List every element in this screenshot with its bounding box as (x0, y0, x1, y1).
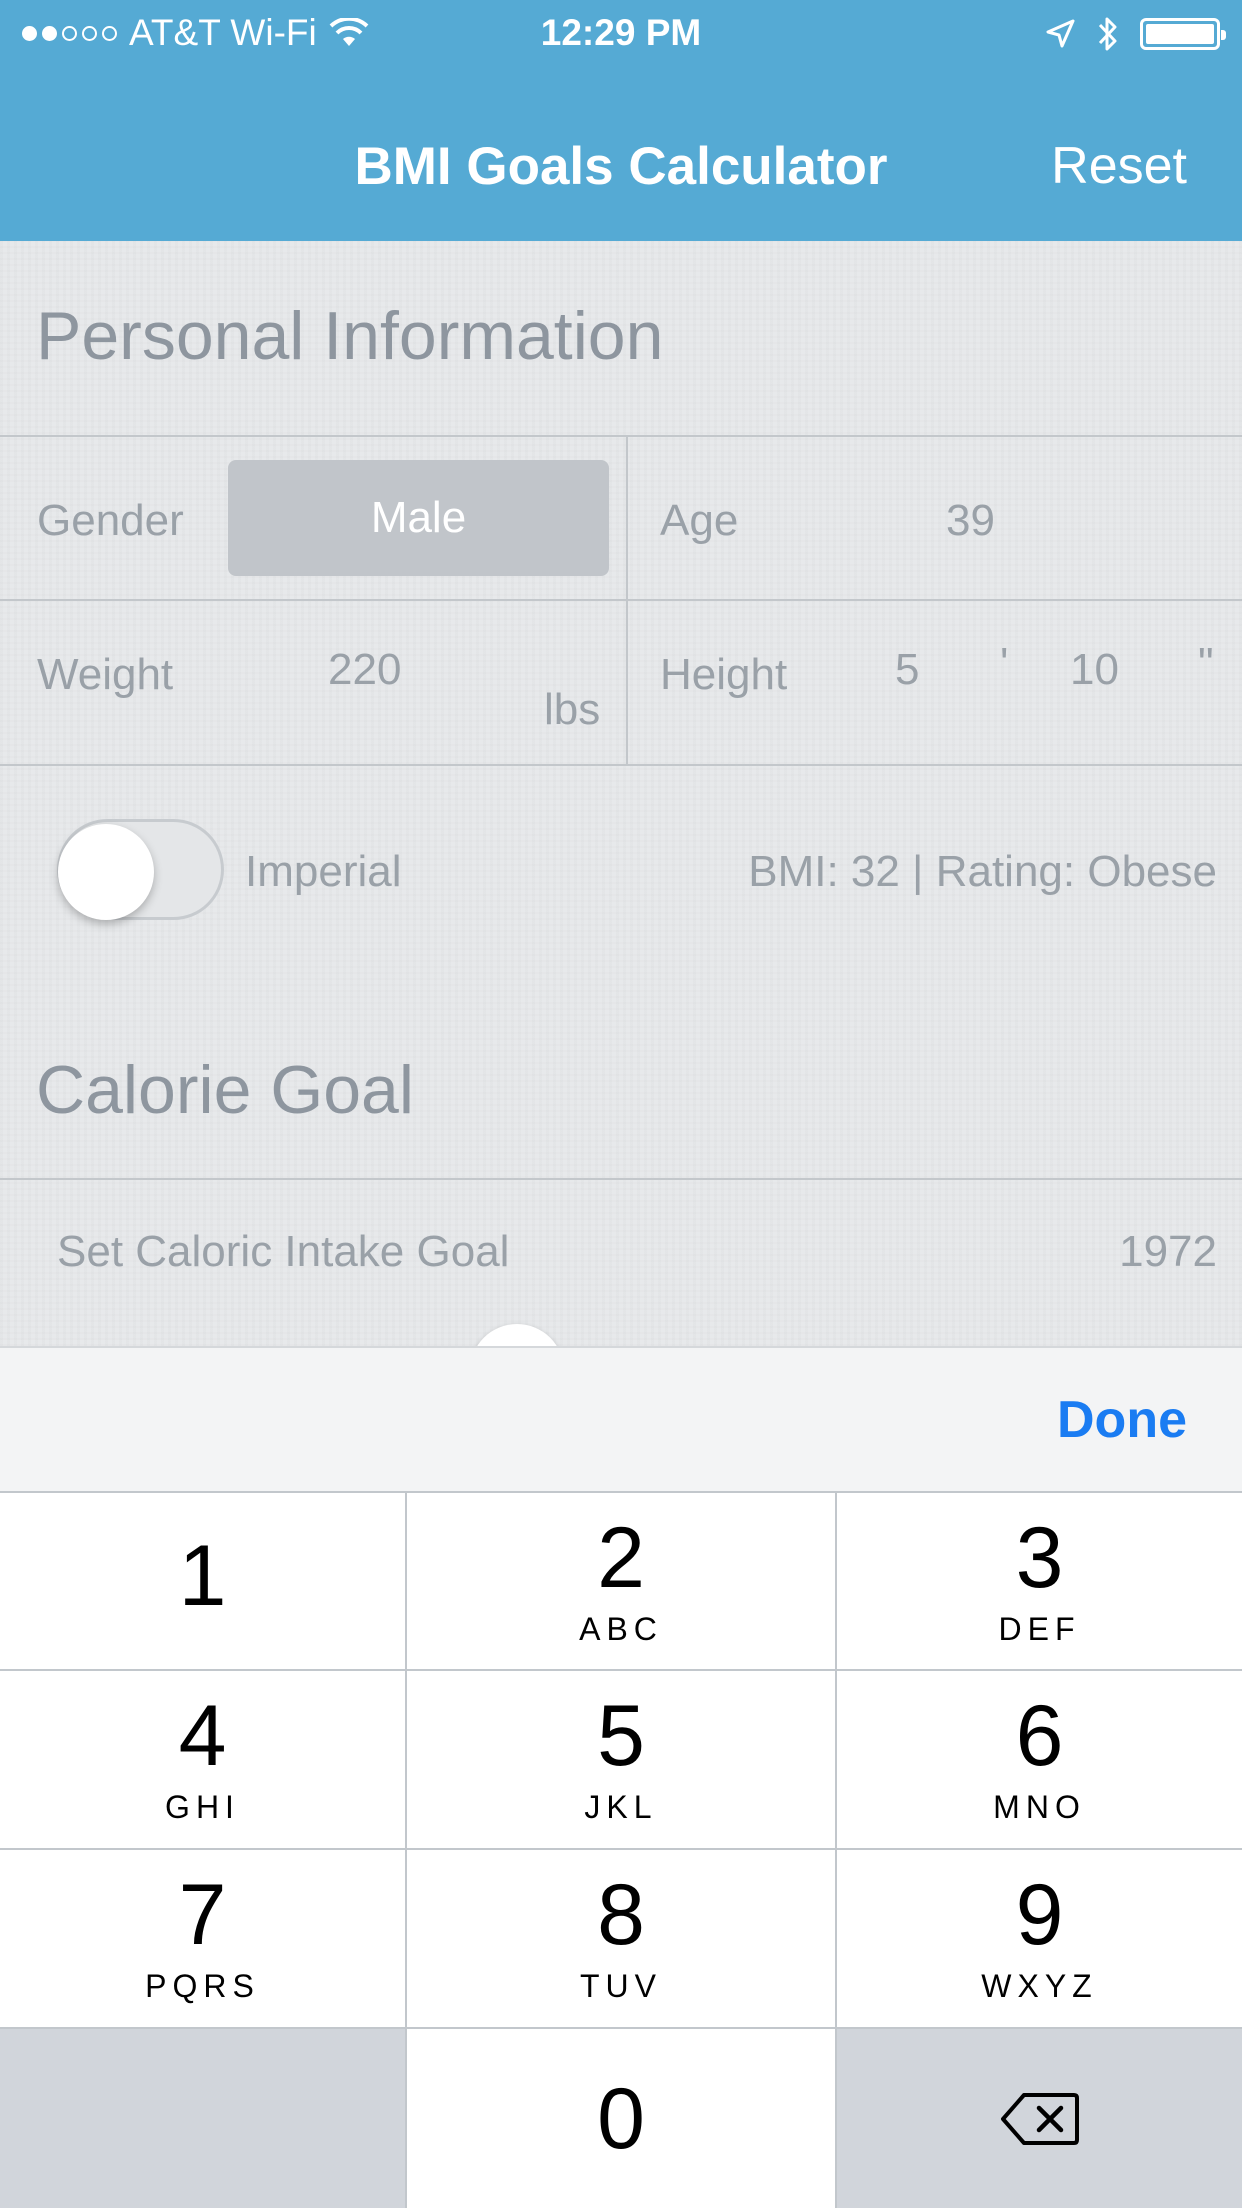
key-5[interactable]: 5 JKL (407, 1671, 835, 1848)
imperial-toggle[interactable] (57, 819, 224, 920)
number-pad: 1 2 ABC 3 DEF 4 GHI 5 JKL 6 MNO 7 PQRS 8… (0, 1491, 1242, 2208)
key-0[interactable]: 0 (407, 2029, 835, 2208)
inches-unit: " (1198, 639, 1214, 688)
done-button[interactable]: Done (1057, 1390, 1187, 1450)
age-input[interactable]: 39 (946, 496, 995, 546)
backspace-icon (1000, 2092, 1079, 2145)
key-number: 4 (178, 1688, 227, 1784)
form-content: Personal Information Gender Male Age 39 … (0, 241, 1242, 1418)
gender-value: Male (370, 493, 467, 542)
divider (0, 1178, 1242, 1180)
key-letters: WXYZ (981, 1968, 1098, 2004)
key-8[interactable]: 8 TUV (407, 1850, 835, 2027)
reset-button[interactable]: Reset (1051, 136, 1187, 196)
key-letters: MNO (993, 1789, 1086, 1825)
gender-label: Gender (37, 496, 184, 545)
key-number: 0 (597, 2070, 645, 2167)
battery-icon (1140, 18, 1226, 50)
bmi-summary: BMI: 32 | Rating: Obese (748, 847, 1217, 896)
empty-key (0, 2029, 405, 2208)
status-bar: AT&T Wi-Fi 12:29 PM (0, 0, 1242, 66)
height-feet-input[interactable]: 5 (895, 645, 919, 695)
key-number: 7 (178, 1867, 227, 1963)
key-letters: GHI (165, 1789, 240, 1825)
top-bar: AT&T Wi-Fi 12:29 PM BMI Goals Calculator… (0, 0, 1242, 241)
key-number: 9 (1015, 1867, 1064, 1963)
weight-unit: lbs (544, 685, 601, 734)
feet-unit: ' (1000, 639, 1009, 688)
key-6[interactable]: 6 MNO (837, 1671, 1242, 1848)
height-inches-input[interactable]: 10 (1070, 645, 1119, 695)
key-number: 2 (597, 1509, 645, 1606)
key-letters: ABC (579, 1610, 663, 1647)
key-2[interactable]: 2 ABC (407, 1493, 835, 1669)
bluetooth-icon (1098, 17, 1117, 51)
location-arrow-icon (1046, 19, 1075, 48)
gender-selector-button[interactable]: Male (228, 460, 609, 576)
key-number: 5 (597, 1688, 645, 1784)
divider (0, 764, 1242, 766)
key-letters: DEF (998, 1610, 1081, 1647)
height-label: Height (660, 650, 788, 699)
key-letters: JKL (584, 1789, 658, 1825)
imperial-label: Imperial (245, 847, 402, 896)
divider (0, 599, 1242, 601)
key-9[interactable]: 9 WXYZ (837, 1850, 1242, 2027)
weight-label: Weight (37, 650, 174, 699)
key-number: 1 (178, 1528, 227, 1624)
delete-key[interactable] (837, 2029, 1242, 2208)
status-right (1044, 14, 1226, 54)
age-label: Age (660, 496, 739, 545)
keyboard-accessory-bar: Done (0, 1346, 1242, 1491)
key-4[interactable]: 4 GHI (0, 1671, 405, 1848)
section-title-calorie: Calorie Goal (36, 1052, 414, 1128)
caloric-intake-label: Set Caloric Intake Goal (57, 1227, 510, 1276)
key-number: 6 (1015, 1688, 1064, 1784)
key-7[interactable]: 7 PQRS (0, 1850, 405, 2027)
key-1[interactable]: 1 (0, 1493, 405, 1669)
key-letters: TUV (580, 1968, 662, 2004)
section-title-personal: Personal Information (36, 298, 664, 374)
toggle-knob (58, 824, 154, 920)
key-letters: PQRS (145, 1968, 260, 2004)
key-number: 3 (1015, 1509, 1064, 1606)
key-number: 8 (597, 1867, 645, 1963)
key-3[interactable]: 3 DEF (837, 1493, 1242, 1669)
caloric-intake-value: 1972 (1119, 1227, 1217, 1276)
divider (0, 435, 1242, 437)
weight-input[interactable]: 220 (328, 645, 401, 695)
